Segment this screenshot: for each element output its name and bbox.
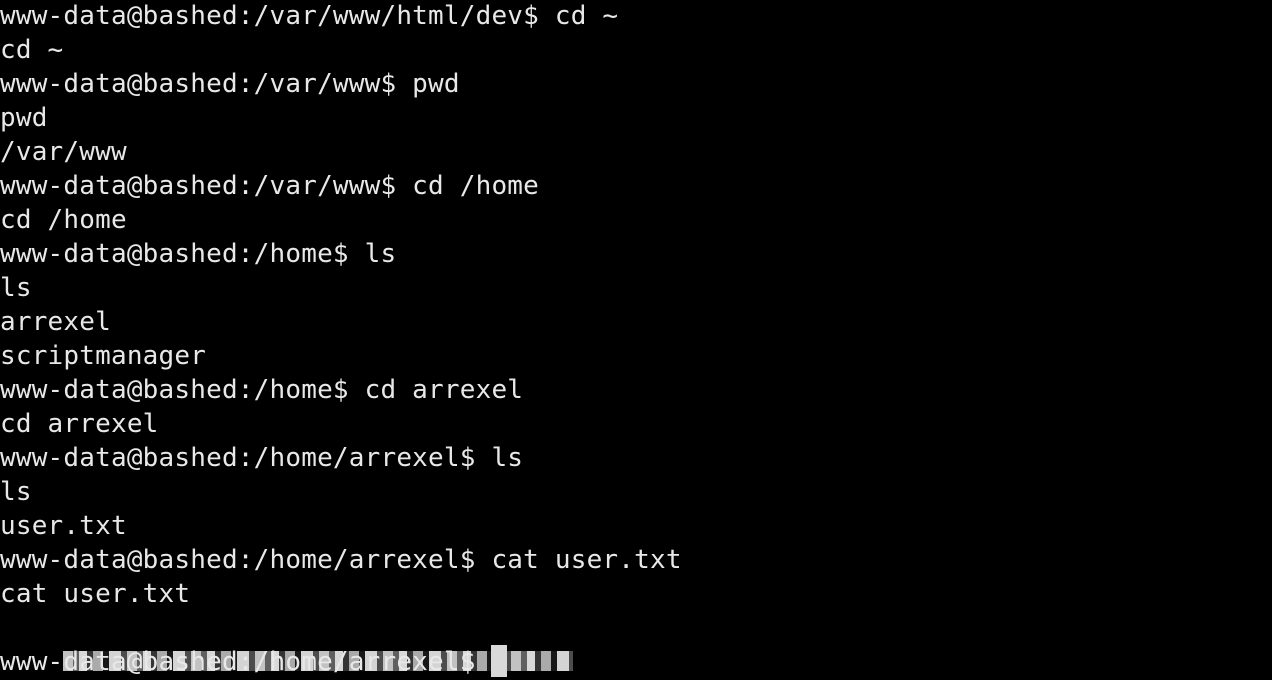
- terminal-line: cd ~: [0, 35, 64, 65]
- terminal-line: arrexel: [0, 307, 111, 337]
- terminal-window[interactable]: www-data@bashed:/var/www/html/dev$ cd ~ …: [0, 0, 1272, 680]
- terminal-line: pwd: [0, 103, 48, 133]
- terminal-line: www-data@bashed:/home$ cd arrexel: [0, 375, 524, 405]
- terminal-prompt: www-data@bashed:/home/arrexel$: [0, 647, 492, 677]
- terminal-line: www-data@bashed:/var/www/html/dev$ cd ~: [0, 1, 619, 31]
- redacted-output-line: [0, 611, 1272, 671]
- terminal-line: cd /home: [0, 205, 127, 235]
- terminal-cursor: [491, 645, 508, 677]
- terminal-line: cat user.txt: [0, 579, 191, 609]
- terminal-line: www-data@bashed:/home/arrexel$ cat user.…: [0, 545, 682, 575]
- terminal-line: cd arrexel: [0, 409, 159, 439]
- terminal-line: user.txt: [0, 511, 127, 541]
- terminal-line: ls: [0, 273, 32, 303]
- terminal-line: www-data@bashed:/var/www$ cd /home: [0, 171, 540, 201]
- terminal-line: /var/www: [0, 137, 127, 167]
- terminal-line: www-data@bashed:/home/arrexel$ ls: [0, 443, 524, 473]
- terminal-line: scriptmanager: [0, 341, 207, 371]
- terminal-line: www-data@bashed:/var/www$ pwd: [0, 69, 460, 99]
- terminal-line: ls: [0, 477, 32, 507]
- terminal-line: www-data@bashed:/home$ ls: [0, 239, 397, 269]
- terminal-prompt-line[interactable]: www-data@bashed:/home/arrexel$: [0, 645, 1272, 679]
